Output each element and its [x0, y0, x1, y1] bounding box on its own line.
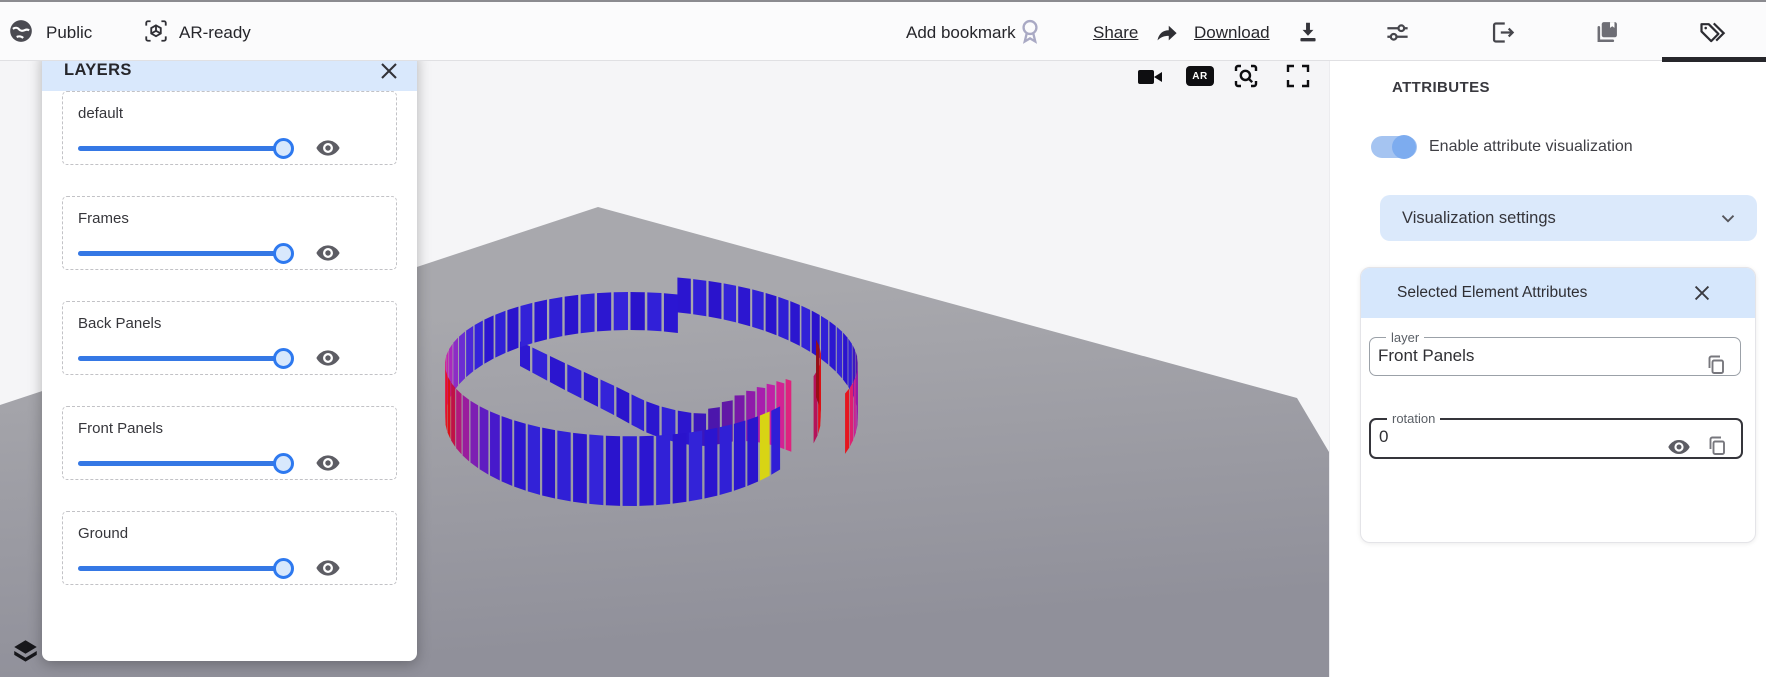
visualization-settings-expander[interactable]: Visualization settings: [1380, 195, 1757, 241]
record-video-icon[interactable]: [1136, 66, 1164, 88]
layers-panel: LAYERS default Frames Back Panels: [42, 50, 417, 661]
field-label: layer: [1386, 330, 1424, 345]
download-icon[interactable]: [1295, 19, 1321, 45]
share-arrow-icon[interactable]: [1153, 19, 1180, 46]
layer-item-back-panels: Back Panels: [62, 301, 397, 375]
layer-name: Front Panels: [78, 420, 382, 437]
globe-icon: [8, 18, 34, 44]
visualization-settings-label: Visualization settings: [1402, 209, 1717, 228]
visibility-eye-icon[interactable]: [315, 555, 341, 581]
opacity-slider[interactable]: [78, 558, 283, 579]
layer-item-front-panels: Front Panels: [62, 406, 397, 480]
active-tab-indicator: [1662, 57, 1766, 62]
visibility-label: Public: [46, 23, 92, 43]
opacity-slider[interactable]: [78, 138, 283, 159]
bookmark-badge-icon[interactable]: [1016, 17, 1044, 45]
ar-mode-button[interactable]: AR: [1186, 66, 1214, 86]
layers-tool-icon[interactable]: [12, 638, 39, 665]
filters-tune-icon[interactable]: [1384, 19, 1411, 46]
layer-name: Ground: [78, 525, 382, 542]
zoom-to-fit-icon[interactable]: [1232, 62, 1260, 90]
versions-panel-icon[interactable]: [1593, 18, 1621, 46]
close-icon[interactable]: [377, 59, 401, 83]
opacity-slider[interactable]: [78, 243, 283, 264]
selected-element-header: Selected Element Attributes: [1361, 268, 1755, 318]
add-bookmark-button[interactable]: Add bookmark: [906, 23, 1016, 43]
visibility-eye-icon[interactable]: [315, 240, 341, 266]
layer-item-default: default: [62, 91, 397, 165]
opacity-slider[interactable]: [78, 348, 283, 369]
share-link[interactable]: Share: [1093, 23, 1138, 43]
copy-icon[interactable]: [1705, 434, 1729, 458]
layer-name: Frames: [78, 210, 382, 227]
opacity-slider[interactable]: [78, 453, 283, 474]
exit-viewer-icon[interactable]: [1489, 19, 1516, 46]
enable-visualization-toggle[interactable]: [1371, 136, 1417, 158]
ar-badge-label: AR: [1192, 71, 1207, 82]
attribute-field-rotation[interactable]: rotation 0: [1369, 411, 1743, 459]
visibility-eye-icon[interactable]: [315, 135, 341, 161]
layer-name: default: [78, 105, 382, 122]
top-toolbar: Public AR-ready Add bookmark Share Downl…: [0, 0, 1766, 61]
field-value: Front Panels: [1378, 346, 1740, 366]
copy-icon[interactable]: [1704, 353, 1728, 377]
toggle-knob: [1392, 135, 1416, 159]
chevron-down-icon: [1717, 207, 1739, 229]
ar-ready-label: AR-ready: [179, 23, 251, 43]
layer-item-ground: Ground: [62, 511, 397, 585]
visibility-eye-icon[interactable]: [315, 345, 341, 371]
layers-panel-title: LAYERS: [64, 61, 377, 80]
visibility-eye-icon[interactable]: [1667, 435, 1691, 459]
fullscreen-icon[interactable]: [1284, 62, 1312, 90]
close-icon[interactable]: [1691, 282, 1713, 304]
selected-element-title: Selected Element Attributes: [1397, 284, 1691, 302]
download-link[interactable]: Download: [1194, 23, 1270, 43]
field-label: rotation: [1387, 411, 1440, 426]
layer-item-frames: Frames: [62, 196, 397, 270]
tags-panel-icon[interactable]: [1698, 18, 1726, 46]
attributes-panel: ATTRIBUTES Enable attribute visualizatio…: [1329, 61, 1766, 677]
toggle-label: Enable attribute visualization: [1429, 138, 1633, 156]
selected-element-card: Selected Element Attributes layer Front …: [1360, 267, 1756, 543]
attribute-field-layer[interactable]: layer Front Panels: [1369, 330, 1741, 376]
ar-ready-icon: [143, 18, 169, 44]
layer-name: Back Panels: [78, 315, 382, 332]
attributes-panel-title: ATTRIBUTES: [1392, 79, 1490, 96]
visibility-eye-icon[interactable]: [315, 450, 341, 476]
